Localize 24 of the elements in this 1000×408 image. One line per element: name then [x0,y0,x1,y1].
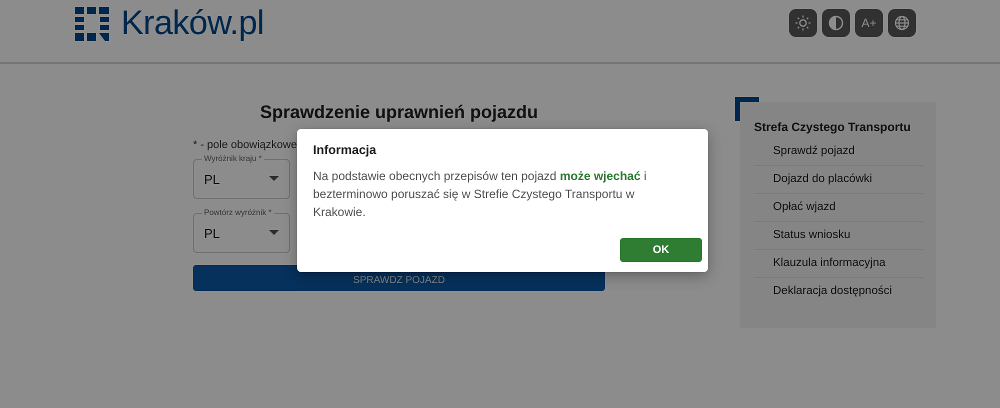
sidebar-link[interactable]: Status wniosku [754,222,924,250]
contrast-icon [828,15,844,31]
sidebar-link[interactable]: Klauzula informacyjna [754,250,924,278]
sun-icon [795,15,811,31]
sidebar-link[interactable]: Dojazd do placówki [754,166,924,194]
globe-icon [894,15,910,31]
contrast-button[interactable] [822,9,850,37]
sidebar-title: Strefa Czystego Transportu [754,120,912,134]
sidebar-link[interactable]: Deklaracja dostępności [754,278,924,305]
required-note: * - pole obowiązkowe [193,139,297,151]
page-title: Sprawdzenie uprawnień pojazdu [260,102,538,123]
sidebar-link[interactable]: Opłać wjazd [754,194,924,222]
dialog-title: Informacja [313,143,378,157]
ok-button[interactable]: OK [620,238,702,262]
caret-icon [269,230,279,236]
corner-bracket-icon [735,97,759,121]
font-size-button[interactable]: A+ [855,9,883,37]
caret-icon [269,176,279,182]
logo-icon [75,6,109,40]
brightness-button[interactable] [789,9,817,37]
sidebar-link[interactable]: Sprawdź pojazd [754,138,924,166]
dialog-message: Na podstawie obecnych przepisów ten pojazd może wjechać i bezterminowo poruszać się w Strefie Czystego Transportu w Krakowie. [313,168,648,221]
site-logo-text[interactable]: Kraków.pl [121,4,264,43]
language-button[interactable] [888,9,916,37]
